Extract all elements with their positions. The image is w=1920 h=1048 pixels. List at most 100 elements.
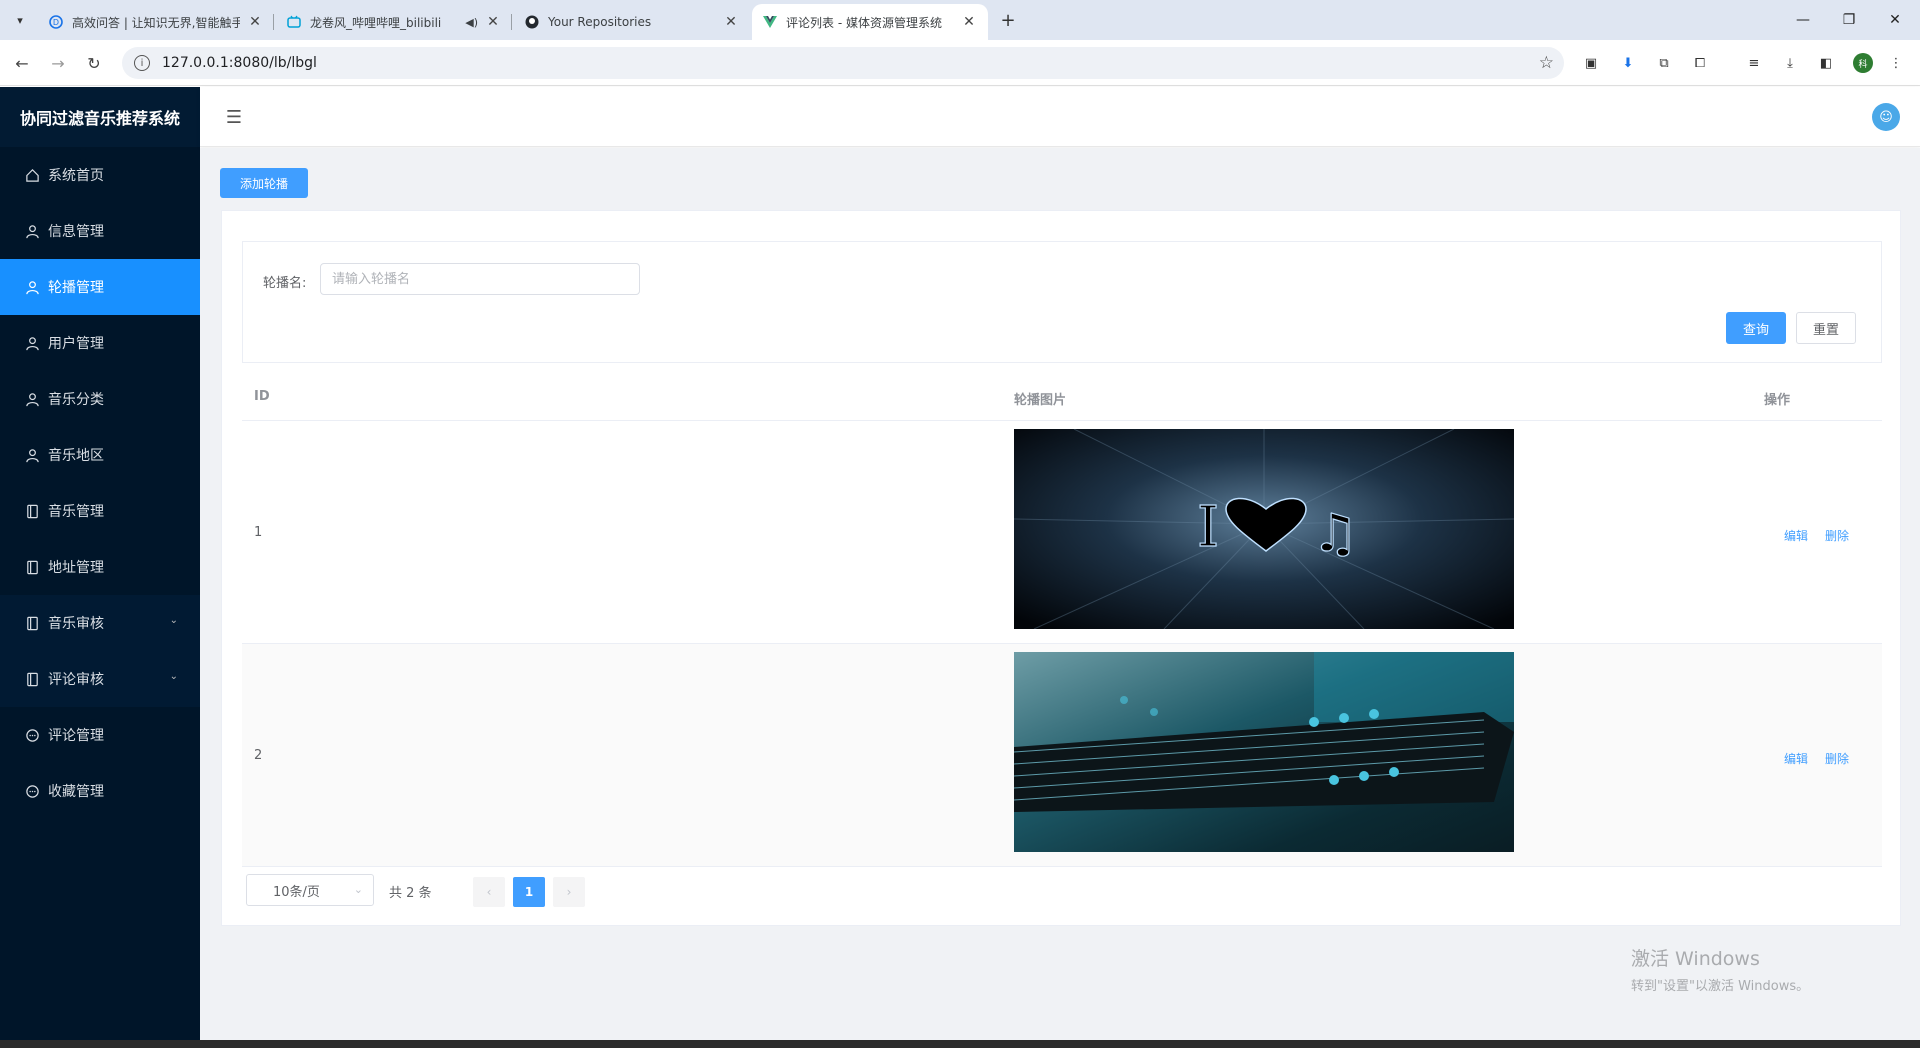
reset-button[interactable]: 重置	[1796, 312, 1856, 344]
close-icon[interactable]: ✕	[960, 14, 978, 30]
header-actions: 操作	[1764, 393, 1791, 408]
page-number-button[interactable]: 1	[513, 877, 545, 907]
watermark-line2: 转到"设置"以激活 Windows。	[1631, 979, 1810, 994]
user-avatar[interactable]: ☺	[1872, 103, 1900, 131]
sidebar-item-7[interactable]: 音乐管理	[0, 483, 200, 539]
browser-tab-bilibili[interactable]: 龙卷风_哔哩哔哩_bilibili ◀) ✕	[276, 4, 512, 40]
table-header: ID 轮播图片 操作	[242, 371, 1882, 421]
new-tab-plus-icon[interactable]: +	[996, 8, 1020, 32]
vue-icon	[762, 14, 778, 30]
pagination: 10条/页 ⌄ 共 2 条 ‹ 1 ›	[246, 874, 646, 907]
profile-avatar[interactable]: 科	[1853, 53, 1873, 73]
query-button[interactable]: 查询	[1726, 312, 1786, 344]
close-icon[interactable]: ✕	[484, 14, 502, 30]
sidebar: 协同过滤音乐推荐系统 系统首页 信息管理 轮播管理 用户管理 音乐分类 音乐地区 音乐管理地…	[0, 87, 200, 1040]
url-text: 127.0.0.1:8080/lb/lbgl	[162, 55, 317, 71]
browser-tab-github[interactable]: Your Repositories ✕	[514, 4, 750, 40]
app-header: ☰ ☺	[200, 87, 1920, 147]
user-icon	[24, 223, 40, 239]
browser-tab-active[interactable]: 评论列表 - 媒体资源管理系统 ✕	[752, 4, 988, 40]
more-menu-icon[interactable]: ⋮	[1885, 52, 1907, 74]
sidebar-item-4[interactable]: 用户管理	[0, 315, 200, 371]
add-carousel-button[interactable]: 添加轮播	[220, 168, 308, 198]
chat-bubble-icon	[24, 727, 40, 743]
browser-tab-zhihu[interactable]: D 高效问答 | 让知识无界,智能触手 ✕	[38, 4, 274, 40]
next-page-button[interactable]: ›	[553, 877, 585, 907]
os-taskbar	[0, 1040, 1920, 1048]
sidebar-item-1[interactable]: 系统首页	[0, 147, 200, 203]
search-form: 轮播名: 查询 重置	[242, 241, 1882, 363]
sidebar-item-2[interactable]: 信息管理	[0, 203, 200, 259]
collapse-menu-icon[interactable]: ☰	[224, 107, 244, 128]
restore-icon[interactable]: ❐	[1826, 0, 1872, 40]
download-extension-icon[interactable]: ⬇	[1617, 52, 1639, 74]
sidebar-item-label: 地址管理	[48, 560, 104, 576]
downloads-icon[interactable]: ⤓	[1779, 52, 1801, 74]
user-icon	[24, 447, 40, 463]
delete-link[interactable]: 删除	[1825, 750, 1849, 767]
sidebar-item-8[interactable]: 地址管理	[0, 539, 200, 595]
site-info-icon[interactable]: i	[134, 55, 150, 71]
forward-arrow-icon[interactable]: →	[44, 49, 72, 77]
sidebar-item-5[interactable]: 音乐分类	[0, 371, 200, 427]
speaker-icon[interactable]: ◀)	[465, 16, 478, 29]
back-arrow-icon[interactable]: ←	[8, 49, 36, 77]
sidebar-item-6[interactable]: 音乐地区	[0, 427, 200, 483]
sidebar-item-10[interactable]: 评论审核 ⌄	[0, 651, 200, 707]
sidebar-item-9[interactable]: 音乐审核 ⌄	[0, 595, 200, 651]
tab-title: 高效问答 | 让知识无界,智能触手	[72, 15, 240, 30]
prev-page-button[interactable]: ‹	[473, 877, 505, 907]
sidebar-item-label: 评论管理	[48, 728, 104, 744]
carousel-name-input[interactable]	[320, 263, 640, 295]
svg-text:D: D	[53, 18, 59, 27]
page-size-select[interactable]: 10条/页 ⌄	[246, 874, 374, 906]
header-id: ID	[254, 389, 270, 404]
sidebar-item-label: 音乐地区	[48, 448, 104, 464]
delete-link[interactable]: 删除	[1825, 527, 1849, 544]
chat-icon: D	[48, 14, 64, 30]
edit-link[interactable]: 编辑	[1784, 750, 1808, 767]
tab-search-chevron-icon[interactable]: ▾	[8, 8, 32, 32]
copy-extension-icon[interactable]: ⧉	[1653, 52, 1675, 74]
sidebar-item-label: 收藏管理	[48, 784, 104, 800]
sidebar-item-label: 音乐管理	[48, 504, 104, 520]
sidebar-item-label: 音乐分类	[48, 392, 104, 408]
page-size-value: 10条/页	[273, 884, 320, 900]
tab-title: 评论列表 - 媒体资源管理系统	[786, 15, 942, 30]
tab-title: Your Repositories	[548, 15, 652, 29]
chevron-down-icon: ⌄	[353, 883, 363, 896]
notebook-icon	[24, 503, 40, 519]
svg-text:♫: ♫	[1312, 504, 1359, 564]
windows-activation-watermark: 激活 Windows 转到"设置"以激活 Windows。	[1631, 944, 1809, 994]
sidebar-item-label: 信息管理	[48, 224, 104, 240]
edit-link[interactable]: 编辑	[1784, 527, 1808, 544]
main-content: 添加轮播 轮播名: 查询 重置 ID 轮播图片 操作 1	[200, 148, 1920, 1040]
chevron-down-icon: ⌄	[169, 615, 178, 626]
extension-icon[interactable]: ▣	[1580, 52, 1602, 74]
sidebar-item-3[interactable]: 轮播管理	[0, 259, 200, 315]
carousel-image-i-heart-music: I ♫	[1014, 429, 1514, 629]
close-icon[interactable]: ✕	[246, 14, 264, 30]
sidebar-menu: 系统首页信息管理轮播管理用户管理音乐分类音乐地区音乐管理地址管理音乐审核 ⌄ 评论审…	[0, 147, 200, 819]
browser-toolbar: ← → ↻ i 127.0.0.1:8080/lb/lbgl ☆ ▣ ⬇ ⧉ ⧠…	[0, 40, 1920, 86]
sidebar-item-11[interactable]: 评论管理	[0, 707, 200, 763]
carousel-image-guitar	[1014, 652, 1514, 852]
header-image: 轮播图片	[1014, 393, 1067, 408]
user-icon	[24, 279, 40, 295]
puzzle-icon[interactable]: ⧠	[1689, 52, 1711, 74]
sidebar-item-label: 轮播管理	[48, 280, 104, 296]
address-bar[interactable]: i 127.0.0.1:8080/lb/lbgl ☆	[122, 47, 1564, 79]
chat-bubble-icon	[24, 783, 40, 799]
sidebar-item-12[interactable]: 收藏管理	[0, 763, 200, 819]
sidebar-item-label: 系统首页	[48, 168, 104, 184]
reload-icon[interactable]: ↻	[80, 49, 108, 77]
window-close-icon[interactable]: ✕	[1872, 0, 1918, 40]
notebook-icon	[24, 671, 40, 687]
minimize-icon[interactable]: —	[1780, 0, 1826, 40]
bookmark-star-icon[interactable]: ☆	[1539, 53, 1554, 73]
sidebar-item-label: 用户管理	[48, 336, 104, 352]
media-control-icon[interactable]: ≡	[1743, 52, 1765, 74]
close-icon[interactable]: ✕	[722, 14, 740, 30]
side-panel-icon[interactable]: ◧	[1815, 52, 1837, 74]
tab-separator	[273, 14, 274, 30]
